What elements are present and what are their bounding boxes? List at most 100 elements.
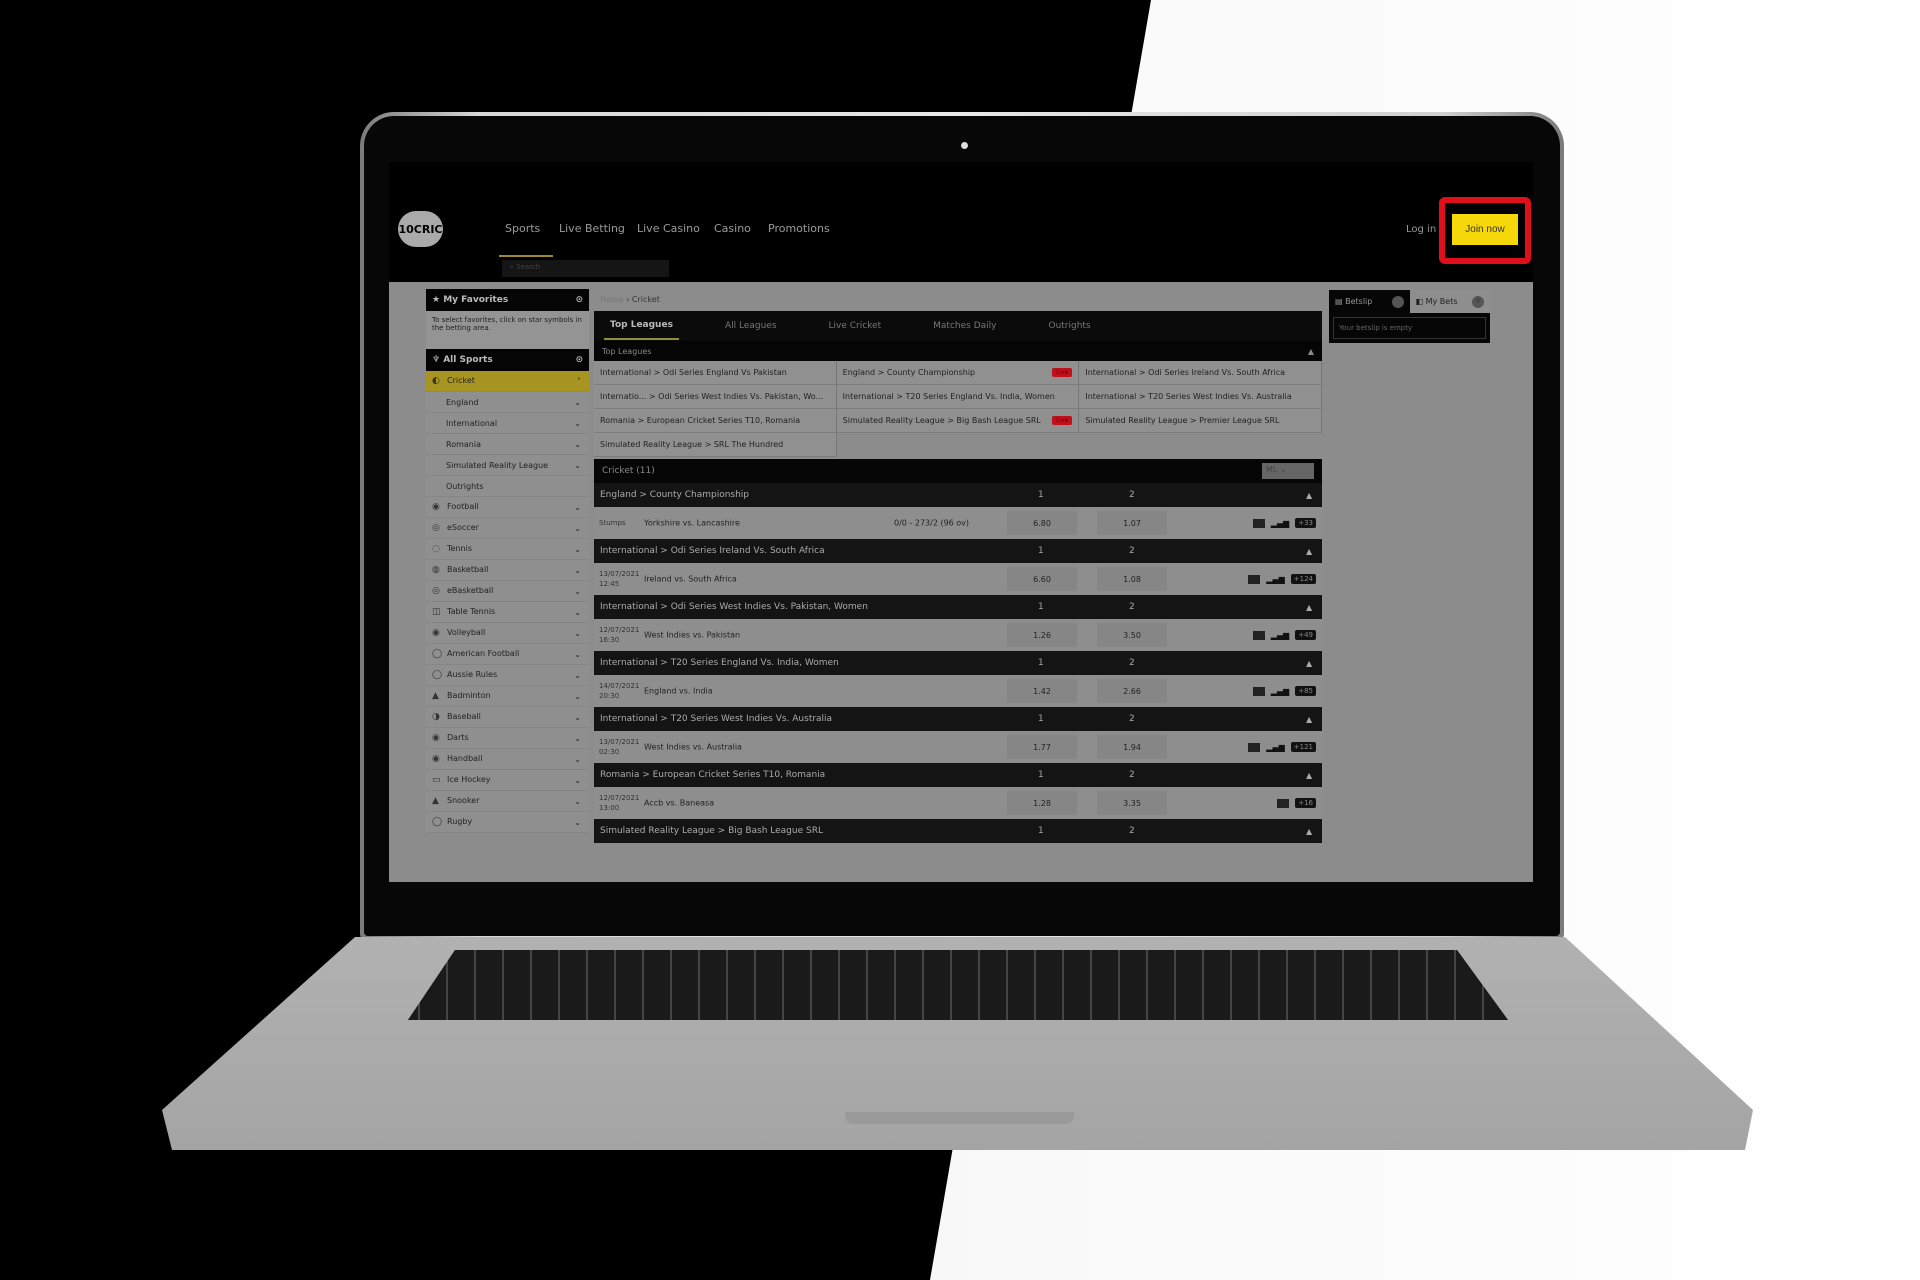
sidebar-item-darts[interactable]: ◉ Darts ⌄ xyxy=(426,728,589,749)
login-link[interactable]: Log in xyxy=(1406,224,1436,235)
stats-icon[interactable]: ▂▄▆ xyxy=(1271,631,1289,640)
tab-top-leagues[interactable]: Top Leagues xyxy=(604,312,679,340)
section-header[interactable]: International > Odi Series West Indies V… xyxy=(594,595,1322,619)
caret-up-icon[interactable]: ▲ xyxy=(1306,603,1312,612)
stats-icon[interactable]: ▂▄▆ xyxy=(1266,575,1284,584)
site-logo[interactable]: 10CRIC xyxy=(398,211,443,247)
collapse-icon[interactable]: ⊙ xyxy=(575,355,583,365)
odds-button-2[interactable]: 1.94 xyxy=(1097,735,1167,759)
search-input[interactable]: ⌕ Search xyxy=(502,260,669,277)
sidebar-item-ebasketball[interactable]: ◎ eBasketball ⌄ xyxy=(426,581,589,602)
top-league-link[interactable]: Romania > European Cricket Series T10, R… xyxy=(594,409,837,433)
section-header[interactable]: International > T20 Series West Indies V… xyxy=(594,707,1322,731)
tab-all-leagues[interactable]: All Leagues xyxy=(719,313,783,339)
odds-button-1[interactable]: 6.60 xyxy=(1007,567,1077,591)
match-teams[interactable]: Ireland vs. South Africa xyxy=(644,575,737,584)
tab-my-bets[interactable]: ◧ My Bets 0 xyxy=(1409,290,1490,313)
match-teams[interactable]: West Indies vs. Pakistan xyxy=(644,631,740,640)
sidebar-item-tennis[interactable]: ◌ Tennis ⌄ xyxy=(426,539,589,560)
stats-icon[interactable]: ▂▄▆ xyxy=(1266,743,1284,752)
match-teams[interactable]: Accb vs. Baneasa xyxy=(644,799,714,808)
sidebar-subitem-international[interactable]: International ⌄ xyxy=(426,413,589,434)
more-markets-button[interactable]: +85 xyxy=(1295,686,1316,696)
caret-up-icon[interactable]: ▲ xyxy=(1306,659,1312,668)
top-league-link[interactable]: Simulated Reality League > SRL The Hundr… xyxy=(594,433,837,457)
favorites-header[interactable]: ★ My Favorites ⊙ xyxy=(426,289,589,311)
scoreboard-icon[interactable] xyxy=(1248,574,1261,584)
sidebar-item-snooker[interactable]: ▲ Snooker ⌄ xyxy=(426,791,589,812)
sidebar-item-handball[interactable]: ◉ Handball ⌄ xyxy=(426,749,589,770)
more-markets-button[interactable]: +33 xyxy=(1295,518,1316,528)
join-now-button[interactable]: Join now xyxy=(1452,214,1518,245)
match-teams[interactable]: West Indies vs. Australia xyxy=(644,743,742,752)
odds-button-2[interactable]: 1.08 xyxy=(1097,567,1167,591)
sidebar-subitem-outrights[interactable]: Outrights xyxy=(426,476,589,497)
sidebar-item-volleyball[interactable]: ◉ Volleyball ⌄ xyxy=(426,623,589,644)
caret-up-icon[interactable]: ▲ xyxy=(1306,491,1312,500)
tab-betslip[interactable]: ▤ Betslip xyxy=(1329,290,1410,313)
top-league-link[interactable]: International > T20 Series England Vs. I… xyxy=(836,385,1080,409)
odds-button-1[interactable]: 1.42 xyxy=(1007,679,1077,703)
match-teams[interactable]: England vs. India xyxy=(644,687,713,696)
caret-up-icon[interactable]: ▲ xyxy=(1306,771,1312,780)
top-league-link[interactable]: Simulated Reality League > Big Bash Leag… xyxy=(836,409,1080,433)
tab-live-cricket[interactable]: Live Cricket xyxy=(823,313,888,339)
sidebar-subitem-simulated-reality-league[interactable]: Simulated Reality League ⌄ xyxy=(426,455,589,476)
tab-matches-daily[interactable]: Matches Daily xyxy=(927,313,1002,339)
caret-up-icon[interactable]: ▲ xyxy=(1306,827,1312,836)
more-markets-button[interactable]: +121 xyxy=(1290,742,1316,752)
sidebar-item-american-football[interactable]: ◯ American Football ⌄ xyxy=(426,644,589,665)
top-league-link[interactable]: International > T20 Series West Indies V… xyxy=(1079,385,1322,409)
sidebar-subitem-england[interactable]: England ⌄ xyxy=(426,392,589,413)
match-teams[interactable]: Yorkshire vs. Lancashire xyxy=(644,519,740,528)
odds-button-2[interactable]: 2.66 xyxy=(1097,679,1167,703)
odds-button-1[interactable]: 6.80 xyxy=(1007,511,1077,535)
nav-promotions[interactable]: Promotions xyxy=(768,222,830,235)
stats-icon[interactable]: ▂▄▆ xyxy=(1271,687,1289,696)
caret-up-icon[interactable]: ▲ xyxy=(1306,715,1312,724)
top-league-link[interactable]: International > Odi Series England Vs Pa… xyxy=(594,361,837,385)
section-header[interactable]: International > Odi Series Ireland Vs. S… xyxy=(594,539,1322,563)
match-row[interactable]: 14/07/2021 20:30 England vs. India 1.42 2.66… xyxy=(594,675,1322,707)
scoreboard-icon[interactable] xyxy=(1248,742,1261,752)
sidebar-subitem-romania[interactable]: Romania ⌄ xyxy=(426,434,589,455)
scoreboard-icon[interactable] xyxy=(1252,630,1265,640)
nav-casino[interactable]: Casino xyxy=(714,222,751,235)
tab-outrights[interactable]: Outrights xyxy=(1042,313,1096,339)
sidebar-item-esoccer[interactable]: ◎ eSoccer ⌄ xyxy=(426,518,589,539)
section-header[interactable]: Romania > European Cricket Series T10, R… xyxy=(594,763,1322,787)
odds-button-1[interactable]: 1.28 xyxy=(1007,791,1077,815)
odds-button-1[interactable]: 1.26 xyxy=(1007,623,1077,647)
sidebar-item-cricket[interactable]: ◐ Cricket ˄ xyxy=(426,371,589,392)
top-league-link[interactable]: Internatio... > Odi Series West Indies V… xyxy=(594,385,837,409)
match-row[interactable]: 12/07/2021 13:00 Accb vs. Baneasa 1.28 3.35 +… xyxy=(594,787,1322,819)
top-league-link[interactable]: Simulated Reality League > Premier Leagu… xyxy=(1079,409,1322,433)
sidebar-item-football[interactable]: ◉ Football ⌄ xyxy=(426,497,589,518)
odds-button-1[interactable]: 1.77 xyxy=(1007,735,1077,759)
match-row[interactable]: 13/07/2021 02:30 West Indies vs. Australia… xyxy=(594,731,1322,763)
market-select[interactable]: ML ⌄ xyxy=(1262,463,1314,479)
sidebar-item-baseball[interactable]: ◑ Baseball ⌄ xyxy=(426,707,589,728)
nav-sports[interactable]: Sports xyxy=(505,222,540,235)
scoreboard-icon[interactable] xyxy=(1252,686,1265,696)
sidebar-item-aussie-rules[interactable]: ◯ Aussie Rules ⌄ xyxy=(426,665,589,686)
collapse-icon[interactable]: ⊙ xyxy=(575,295,583,305)
sidebar-item-basketball[interactable]: ◍ Basketball ⌄ xyxy=(426,560,589,581)
nav-live-betting[interactable]: Live Betting xyxy=(559,222,625,235)
section-header[interactable]: International > T20 Series England Vs. I… xyxy=(594,651,1322,675)
section-header[interactable]: England > County Championship 1 2 ▲ xyxy=(594,483,1322,507)
sidebar-item-table-tennis[interactable]: ◫ Table Tennis ⌄ xyxy=(426,602,589,623)
caret-up-icon[interactable]: ▲ xyxy=(1306,547,1312,556)
more-markets-button[interactable]: +124 xyxy=(1290,574,1316,584)
sidebar-item-ice-hockey[interactable]: ▭ Ice Hockey ⌄ xyxy=(426,770,589,791)
all-sports-header[interactable]: ♆ All Sports ⊙ xyxy=(426,349,589,371)
match-row[interactable]: Stumps Yorkshire vs. Lancashire 0/0 - 273/… xyxy=(594,507,1322,539)
match-row[interactable]: 13/07/2021 12:45 Ireland vs. South Africa 6… xyxy=(594,563,1322,595)
nav-live-casino[interactable]: Live Casino xyxy=(637,222,700,235)
more-markets-button[interactable]: +49 xyxy=(1295,630,1316,640)
odds-button-2[interactable]: 1.07 xyxy=(1097,511,1167,535)
sidebar-item-rugby[interactable]: ◯ Rugby ⌄ xyxy=(426,812,589,833)
odds-button-2[interactable]: 3.50 xyxy=(1097,623,1167,647)
sidebar-item-badminton[interactable]: ▲ Badminton ⌄ xyxy=(426,686,589,707)
section-header[interactable]: Simulated Reality League > Big Bash Leag… xyxy=(594,819,1322,843)
